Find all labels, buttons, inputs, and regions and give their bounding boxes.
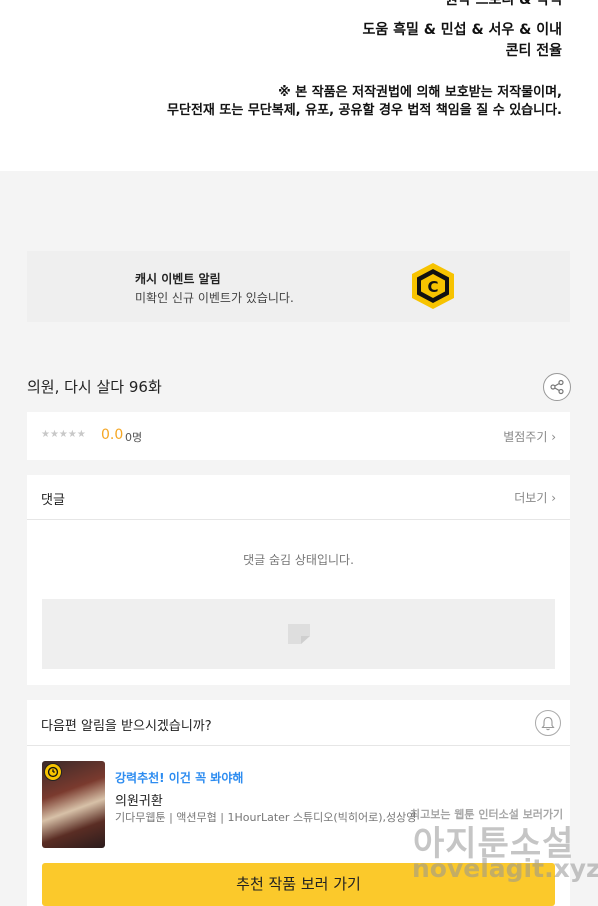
recommended-work-meta: 기다무웹툰 | 액션무협 | 1HourLater 스튜디오(빅히어로),성상영 (115, 811, 417, 824)
rate-button[interactable]: 별점주기 › (503, 428, 556, 445)
content-footer: 원작 스토리 & 각색 도움 흑밀 & 민섭 & 서우 & 이내 콘티 전율 ※… (0, 0, 598, 171)
recommended-work-title[interactable]: 의원귀환 (115, 790, 163, 809)
rating-stars[interactable]: ★★★★★ (41, 429, 86, 440)
clock-icon (44, 763, 62, 781)
next-episode-header: 다음편 알림을 받으시겠습니까? (27, 700, 570, 746)
comments-hidden-notice: 댓글 숨김 상태입니다. (243, 553, 354, 567)
next-episode-question: 다음편 알림을 받으시겠습니까? (41, 719, 212, 734)
banner-subtitle: 미확인 신규 이벤트가 있습니다. (135, 291, 294, 305)
comments-more-link[interactable]: 더보기 › (514, 489, 556, 506)
image-placeholder-icon (288, 624, 310, 644)
copyright-line-1: ※ 본 작품은 저작권법에 의해 보호받는 저작물이며, (278, 85, 562, 100)
promo-text: 강력추천! 이건 꼭 봐야해 (115, 771, 244, 785)
comment-placeholder-box (42, 599, 555, 669)
credits-line-2: 콘티 전율 (505, 43, 562, 59)
copyright-line-2: 무단전재 또는 무단복제, 유포, 공유할 경우 법적 책임을 질 수 있습니다… (167, 103, 562, 118)
credits: 원작 스토리 & 각색 도움 흑밀 & 민섭 & 서우 & 이내 콘티 전율 (362, 0, 562, 62)
comments-title: 댓글 (41, 493, 65, 508)
rating-count: 0명 (125, 431, 143, 444)
notification-toggle[interactable] (535, 710, 561, 736)
bell-icon (541, 716, 555, 730)
rating-card: ★★★★★ 0.0 0명 별점주기 › (27, 412, 570, 460)
watermark-bottom: novelagit.xyz (412, 854, 598, 883)
svg-text:C: C (427, 278, 438, 296)
episode-title: 의원, 다시 살다 96화 (27, 378, 162, 396)
share-button[interactable] (543, 373, 571, 401)
copyright-notice: ※ 본 작품은 저작권법에 의해 보호받는 저작물이며, 무단전재 또는 무단복… (167, 84, 562, 120)
cash-coin-icon: C (412, 263, 454, 309)
comments-header: 댓글 더보기 › (27, 475, 570, 520)
comments-card: 댓글 더보기 › 댓글 숨김 상태입니다. (27, 475, 570, 685)
credits-line-0: 원작 스토리 & 각색 (445, 0, 562, 8)
credits-line-1: 도움 흑밀 & 민섭 & 서우 & 이내 (362, 22, 562, 38)
recommended-thumbnail[interactable] (42, 761, 105, 848)
share-icon (550, 379, 564, 395)
banner-title: 캐시 이벤트 알림 (135, 272, 221, 286)
watermark: 최고보는 웹툰 인터소설 보러가기 아지툰소설 novelagit.xyz (410, 806, 598, 886)
rating-score: 0.0 (101, 427, 124, 443)
cash-event-banner[interactable]: 캐시 이벤트 알림 미확인 신규 이벤트가 있습니다. C (27, 251, 570, 322)
